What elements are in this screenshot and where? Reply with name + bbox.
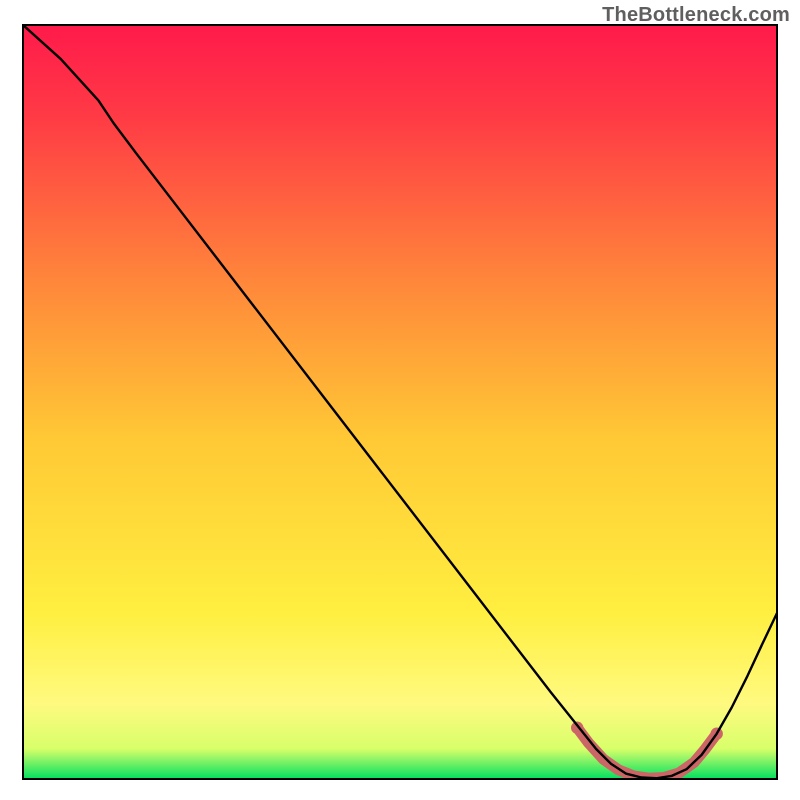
- watermark-text: TheBottleneck.com: [602, 4, 790, 27]
- chart-stage: TheBottleneck.com: [0, 0, 800, 800]
- gradient-background: [23, 25, 777, 779]
- bottleneck-chart: [0, 0, 800, 800]
